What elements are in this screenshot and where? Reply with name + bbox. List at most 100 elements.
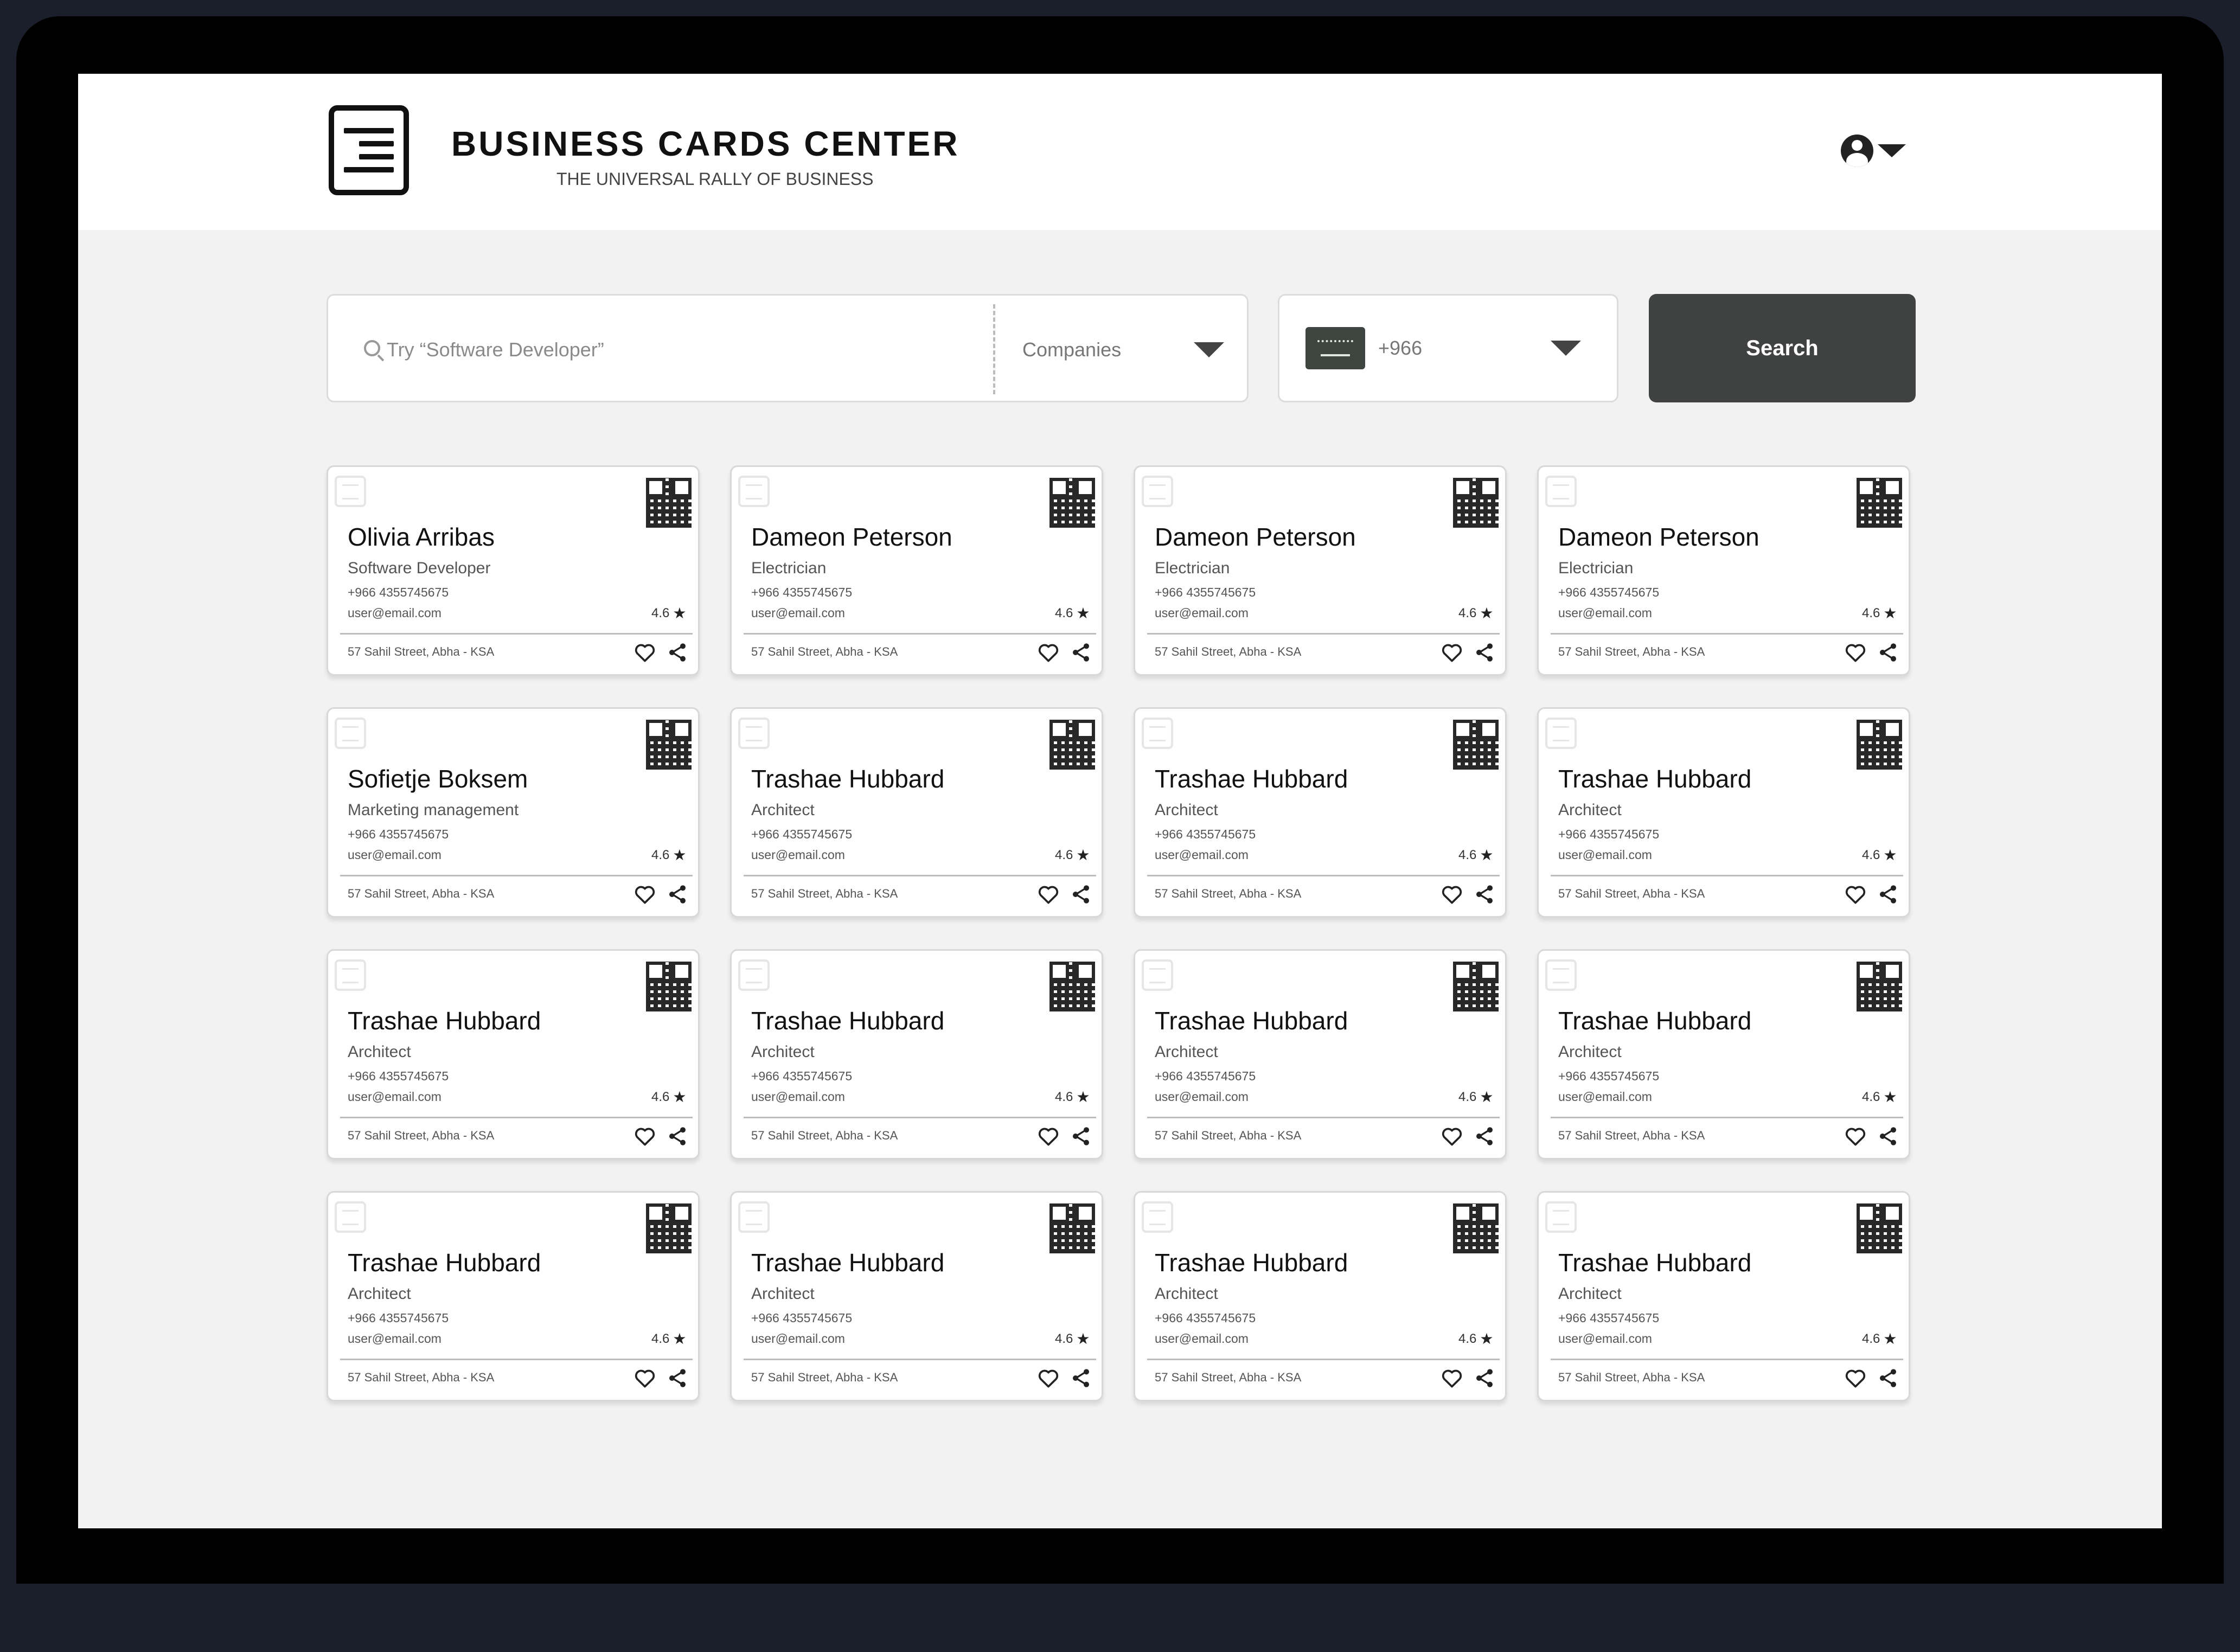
business-card[interactable]: Trashae Hubbard Architect +966 435574567… <box>327 949 700 1160</box>
share-icon[interactable] <box>1877 1124 1899 1148</box>
qr-code-icon[interactable] <box>1453 478 1499 528</box>
share-icon[interactable] <box>1877 641 1899 664</box>
card-phone: +966 4355745675 <box>348 827 449 841</box>
qr-code-icon[interactable] <box>1857 962 1902 1011</box>
rating-value: 4.6 <box>1055 848 1073 862</box>
card-address: 57 Sahil Street, Abha - KSA <box>1558 645 1705 658</box>
heart-icon[interactable] <box>1036 1124 1060 1148</box>
company-logo-icon <box>1545 718 1577 749</box>
qr-code-icon[interactable] <box>1049 1203 1095 1253</box>
qr-code-icon[interactable] <box>1049 478 1095 528</box>
heart-icon[interactable] <box>1844 641 1867 664</box>
chevron-down-icon[interactable] <box>1551 341 1581 356</box>
heart-icon[interactable] <box>1844 882 1867 906</box>
company-logo-icon <box>1142 1201 1173 1233</box>
card-email: user@email.com <box>1558 1331 1652 1346</box>
qr-code-icon[interactable] <box>1857 720 1902 770</box>
share-icon[interactable] <box>1877 882 1899 906</box>
heart-icon[interactable] <box>1844 1124 1867 1148</box>
company-logo-icon <box>1142 718 1173 749</box>
card-name: Trashae Hubbard <box>751 1248 945 1277</box>
qr-code-icon[interactable] <box>646 720 692 770</box>
business-card[interactable]: Olivia Arribas Software Developer +966 4… <box>327 465 700 676</box>
card-address: 57 Sahil Street, Abha - KSA <box>1155 1129 1302 1142</box>
card-title: Architect <box>348 1285 411 1303</box>
card-email: user@email.com <box>348 1090 441 1104</box>
business-card[interactable]: Trashae Hubbard Architect +966 435574567… <box>1537 707 1910 918</box>
share-icon[interactable] <box>1474 882 1495 906</box>
business-card[interactable]: Dameon Peterson Electrician +966 4355745… <box>1537 465 1910 676</box>
card-divider <box>340 875 693 876</box>
qr-code-icon[interactable] <box>1453 1203 1499 1253</box>
user-menu[interactable] <box>1841 130 1917 171</box>
heart-icon[interactable] <box>1440 1366 1464 1390</box>
card-rating: 4.6 ★ <box>1055 848 1090 863</box>
qr-code-icon[interactable] <box>1453 720 1499 770</box>
share-icon[interactable] <box>1474 1366 1495 1390</box>
heart-icon[interactable] <box>1036 641 1060 664</box>
card-title: Electrician <box>1558 559 1634 577</box>
chevron-down-icon[interactable] <box>1878 144 1906 157</box>
heart-icon[interactable] <box>633 882 657 906</box>
business-card[interactable]: Trashae Hubbard Architect +966 435574567… <box>730 707 1103 918</box>
share-icon[interactable] <box>667 1366 688 1390</box>
logo-icon[interactable] <box>329 105 409 195</box>
share-icon[interactable] <box>1474 1124 1495 1148</box>
share-icon[interactable] <box>1070 1366 1092 1390</box>
share-icon[interactable] <box>667 1124 688 1148</box>
company-logo-icon <box>738 476 770 507</box>
qr-code-icon[interactable] <box>1049 962 1095 1011</box>
card-title: Architect <box>751 1285 815 1303</box>
business-card[interactable]: Dameon Peterson Electrician +966 4355745… <box>1134 465 1507 676</box>
company-logo-icon <box>335 476 366 507</box>
qr-code-icon[interactable] <box>1857 478 1902 528</box>
star-icon: ★ <box>1883 605 1897 622</box>
business-card[interactable]: Trashae Hubbard Architect +966 435574567… <box>1537 949 1910 1160</box>
business-card[interactable]: Trashae Hubbard Architect +966 435574567… <box>1537 1191 1910 1401</box>
share-icon[interactable] <box>1877 1366 1899 1390</box>
business-card[interactable]: Trashae Hubbard Architect +966 435574567… <box>1134 949 1507 1160</box>
category-dropdown[interactable]: Companies <box>1022 323 1234 377</box>
business-card[interactable]: Trashae Hubbard Architect +966 435574567… <box>1134 1191 1507 1401</box>
heart-icon[interactable] <box>1440 641 1464 664</box>
chevron-down-icon[interactable] <box>1194 342 1224 357</box>
heart-icon[interactable] <box>1036 882 1060 906</box>
qr-code-icon[interactable] <box>646 962 692 1011</box>
card-address: 57 Sahil Street, Abha - KSA <box>348 887 495 900</box>
search-input[interactable] <box>387 328 983 372</box>
share-icon[interactable] <box>1070 1124 1092 1148</box>
business-card[interactable]: Trashae Hubbard Architect +966 435574567… <box>1134 707 1507 918</box>
heart-icon[interactable] <box>633 641 657 664</box>
card-name: Dameon Peterson <box>1155 523 1356 551</box>
share-icon[interactable] <box>1070 641 1092 664</box>
card-title: Architect <box>751 1043 815 1061</box>
heart-icon[interactable] <box>633 1124 657 1148</box>
business-card[interactable]: Trashae Hubbard Architect +966 435574567… <box>730 1191 1103 1401</box>
qr-code-icon[interactable] <box>1049 720 1095 770</box>
heart-icon[interactable] <box>1440 882 1464 906</box>
qr-code-icon[interactable] <box>646 1203 692 1253</box>
business-card[interactable]: Dameon Peterson Electrician +966 4355745… <box>730 465 1103 676</box>
country-code-dropdown[interactable]: +966 <box>1278 294 1618 402</box>
share-icon[interactable] <box>1070 882 1092 906</box>
heart-icon[interactable] <box>633 1366 657 1390</box>
qr-code-icon[interactable] <box>1857 1203 1902 1253</box>
star-icon: ★ <box>1883 1330 1897 1347</box>
rating-value: 4.6 <box>1055 606 1073 620</box>
business-card[interactable]: Trashae Hubbard Architect +966 435574567… <box>730 949 1103 1160</box>
share-icon[interactable] <box>1474 641 1495 664</box>
qr-code-icon[interactable] <box>1453 962 1499 1011</box>
search-button[interactable]: Search <box>1649 294 1916 402</box>
card-address: 57 Sahil Street, Abha - KSA <box>1155 1371 1302 1384</box>
share-icon[interactable] <box>667 882 688 906</box>
heart-icon[interactable] <box>1440 1124 1464 1148</box>
heart-icon[interactable] <box>1036 1366 1060 1390</box>
business-card[interactable]: Trashae Hubbard Architect +966 435574567… <box>327 1191 700 1401</box>
share-icon[interactable] <box>667 641 688 664</box>
user-icon[interactable] <box>1841 135 1873 167</box>
business-card[interactable]: Sofietje Boksem Marketing management +96… <box>327 707 700 918</box>
card-address: 57 Sahil Street, Abha - KSA <box>1155 887 1302 900</box>
card-name: Trashae Hubbard <box>1558 1248 1752 1277</box>
heart-icon[interactable] <box>1844 1366 1867 1390</box>
qr-code-icon[interactable] <box>646 478 692 528</box>
